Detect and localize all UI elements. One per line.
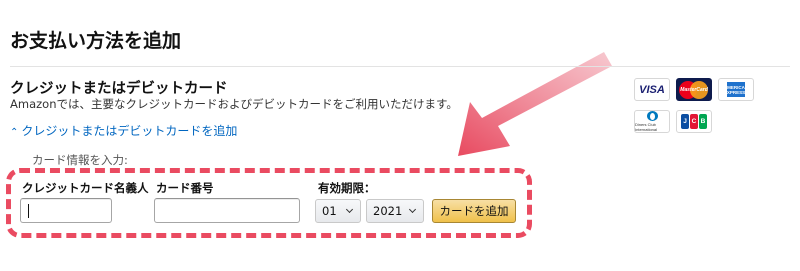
add-card-link-label: クレジットまたはデビットカードを追加 [21, 124, 238, 138]
diners-logo-text: Diners Club International [635, 122, 658, 132]
card-info-label: カード情報を入力: [32, 153, 128, 167]
mastercard-logo-text: MasterCard [680, 86, 708, 93]
add-card-link[interactable]: ⌃ クレジットまたはデビットカードを追加 [10, 122, 237, 139]
diners-logo: Diners Club International [634, 110, 670, 133]
section-heading: クレジットまたはデビットカード [10, 81, 228, 97]
amex-logo: AMERICAN EXPRESS [718, 78, 754, 101]
visa-logo-text: VISA [639, 83, 665, 96]
jcb-logo: JCB [676, 110, 712, 133]
page-title: お支払い方法を追加 [10, 30, 182, 52]
amex-logo-text: AMERICAN EXPRESS [723, 84, 749, 95]
annotation-highlight-box [6, 168, 532, 238]
arrow-shape [458, 52, 612, 156]
section-description: Amazonでは、主要なクレジットカードおよびデビットカードをご利用いただけます… [10, 97, 458, 111]
title-divider [10, 66, 790, 67]
mastercard-logo: MasterCard [676, 78, 712, 101]
visa-logo: VISA [634, 78, 670, 101]
chevron-up-icon: ⌃ [10, 127, 19, 138]
